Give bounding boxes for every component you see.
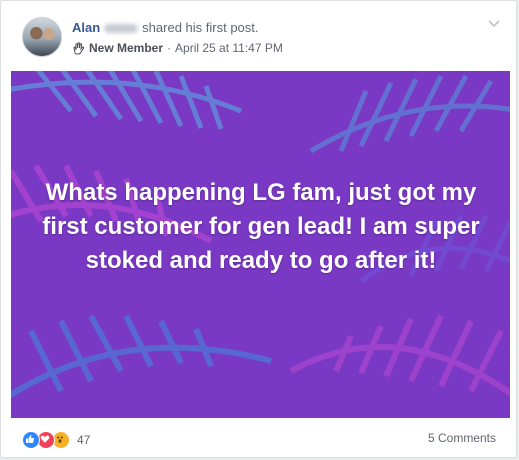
comments-count-link[interactable]: 5 Comments <box>428 431 496 445</box>
post-timestamp[interactable]: April 25 at 11:47 PM <box>175 41 283 55</box>
author-name-link[interactable]: Alan <box>72 20 100 35</box>
meta-separator: · <box>167 41 172 55</box>
post-card: Alan shared his first post. New Member · … <box>0 0 517 458</box>
post-action-text: shared his first post. <box>142 20 259 35</box>
post-header: Alan shared his first post. New Member · … <box>1 1 516 71</box>
post-meta: New Member · April 25 at 11:47 PM <box>72 41 283 55</box>
reaction-summary[interactable]: 47 <box>22 431 90 449</box>
waving-hand-icon <box>72 41 85 55</box>
post-background-image: Whats happening LG fam, just got my firs… <box>11 71 510 418</box>
like-icon <box>22 431 40 449</box>
chevron-down-icon[interactable] <box>486 15 502 31</box>
author-avatar[interactable] <box>22 17 62 57</box>
redacted-surname <box>104 24 139 34</box>
post-title-line: Alan shared his first post. <box>72 20 259 35</box>
member-badge: New Member <box>89 41 164 55</box>
post-footer: 47 5 Comments <box>1 418 516 458</box>
post-body-text: Whats happening LG fam, just got my firs… <box>42 179 480 274</box>
reaction-count[interactable]: 47 <box>77 433 90 447</box>
